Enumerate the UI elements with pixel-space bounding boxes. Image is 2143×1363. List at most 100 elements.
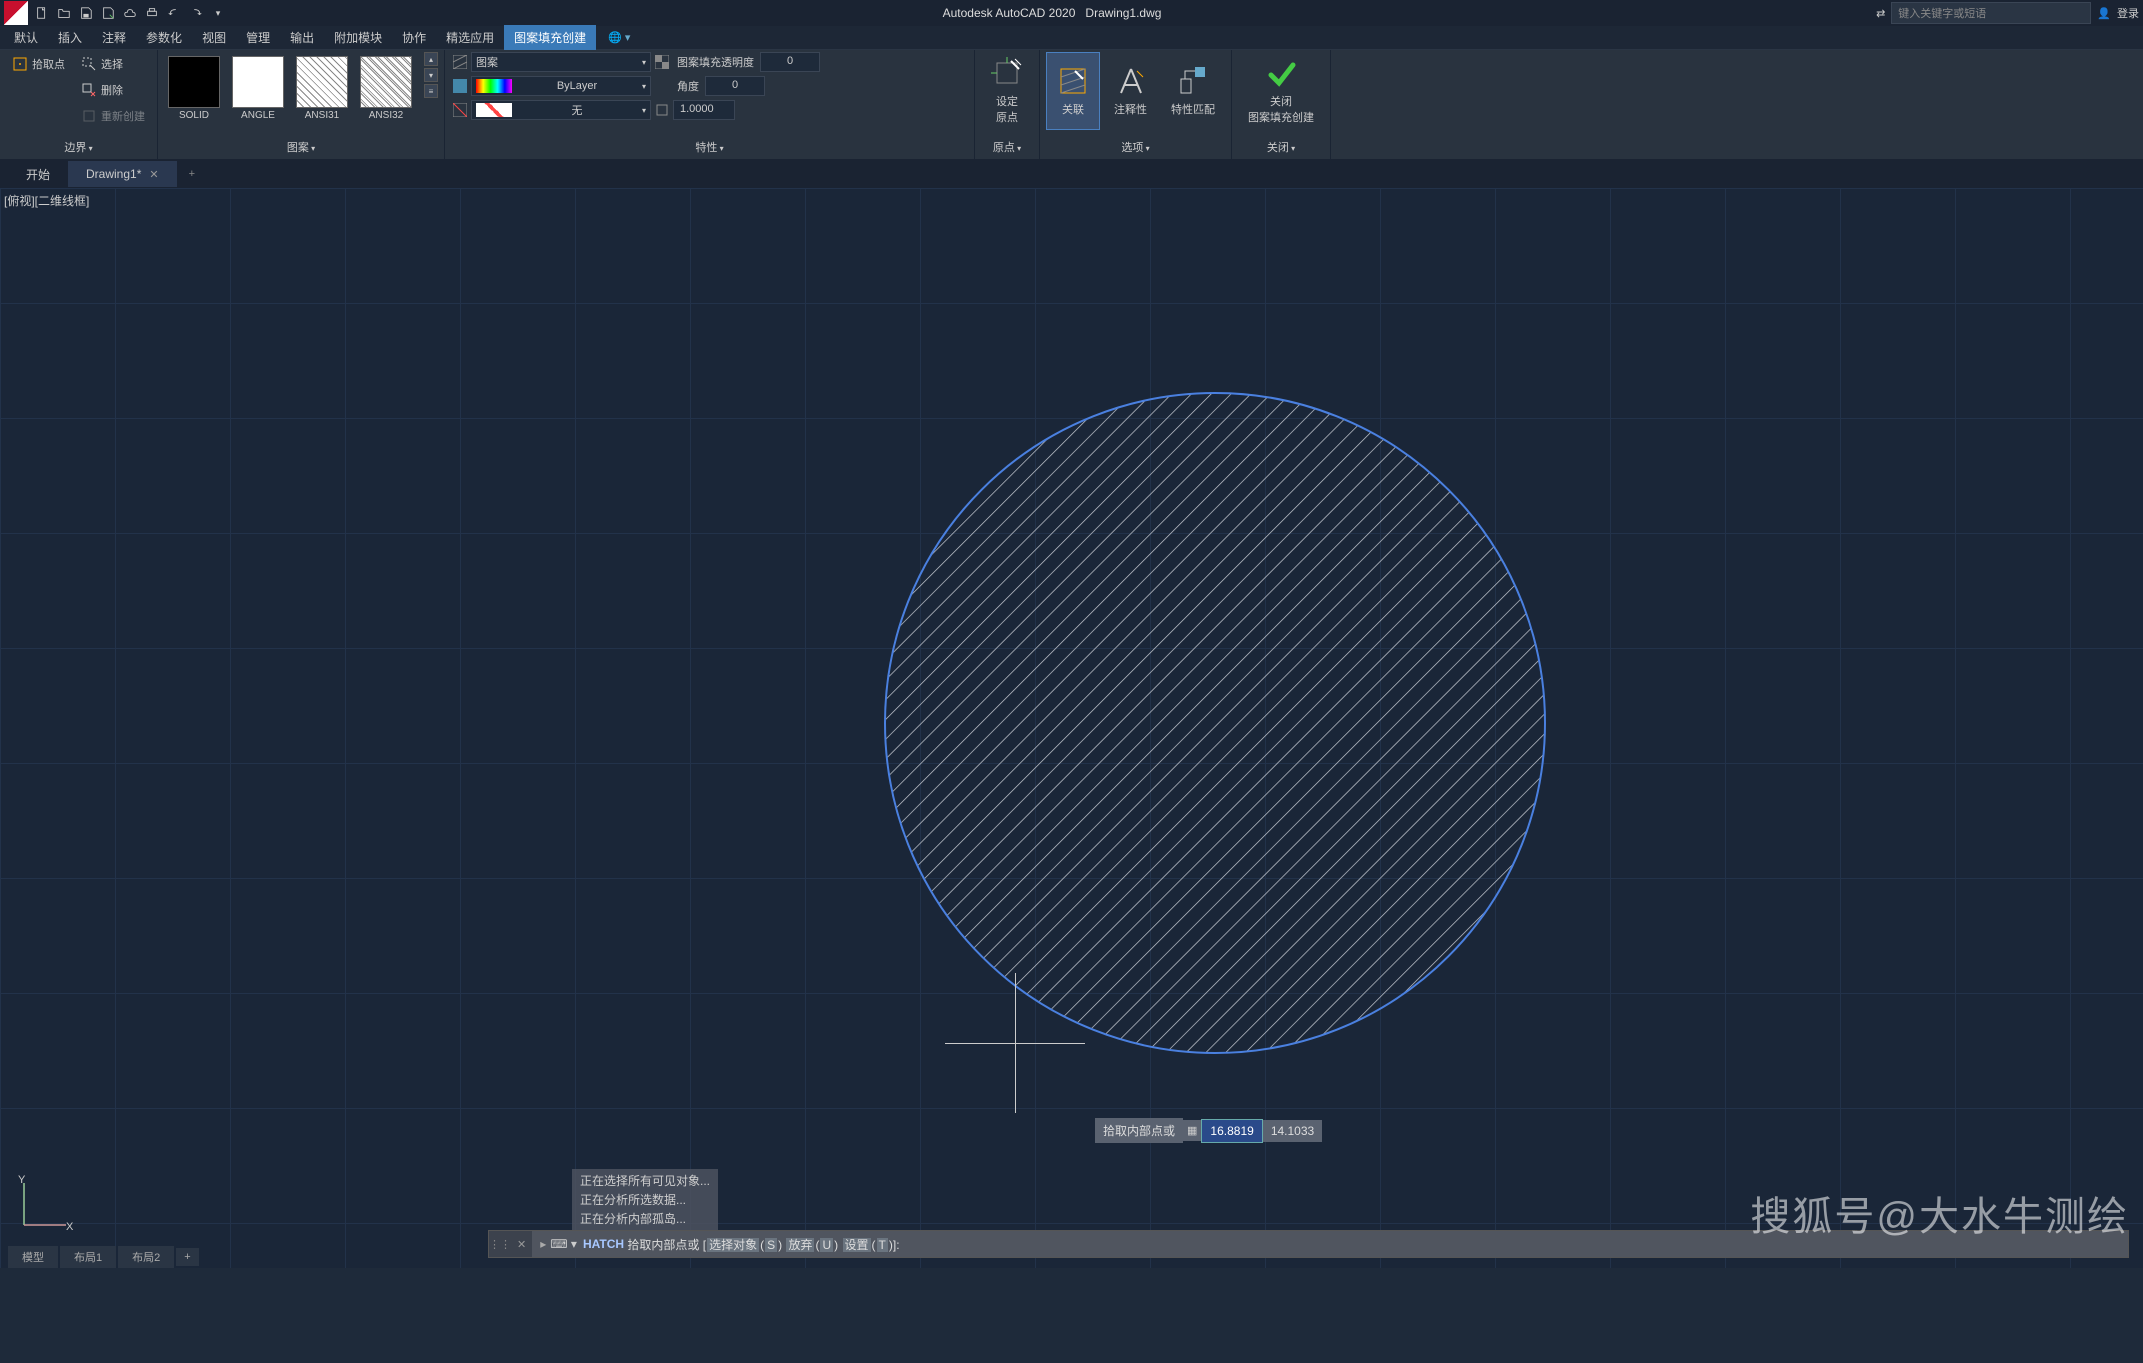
save-icon[interactable] bbox=[76, 3, 96, 23]
viewport-label[interactable]: [俯视][二维线框] bbox=[4, 192, 89, 209]
cmd-history-line: 正在分析所选数据... bbox=[576, 1190, 714, 1209]
scale-icon bbox=[653, 101, 671, 119]
transparency-value[interactable]: 0 bbox=[760, 52, 820, 72]
pick-points-button[interactable]: 拾取点 bbox=[6, 52, 71, 76]
panel-close: 关闭 图案填充创建 关闭 bbox=[1232, 50, 1331, 159]
cmd-history-line: 正在分析内部孤岛... bbox=[576, 1209, 714, 1228]
layout-tab-model[interactable]: 模型 bbox=[8, 1246, 58, 1268]
panel-origin: 设定 原点 原点 bbox=[975, 50, 1040, 159]
hatch-type-icon bbox=[451, 53, 469, 71]
color-icon bbox=[451, 77, 469, 95]
color-dropdown[interactable]: ByLayer bbox=[471, 76, 651, 96]
tab-output[interactable]: 输出 bbox=[280, 25, 324, 50]
annotative-button[interactable]: 注释性 bbox=[1104, 52, 1157, 130]
cmd-close-icon[interactable]: ✕ bbox=[511, 1238, 532, 1251]
match-props-button[interactable]: 特性匹配 bbox=[1161, 52, 1225, 130]
redo-icon[interactable] bbox=[186, 3, 206, 23]
cloud-icon[interactable] bbox=[120, 3, 140, 23]
tab-hatch-creation[interactable]: 图案填充创建 bbox=[504, 25, 596, 50]
associative-button[interactable]: 关联 bbox=[1046, 52, 1100, 130]
tab-collaborate[interactable]: 协作 bbox=[392, 25, 436, 50]
panel-origin-title[interactable]: 原点 bbox=[981, 137, 1033, 157]
tab-parametric[interactable]: 参数化 bbox=[136, 25, 192, 50]
tab-view[interactable]: 视图 bbox=[192, 25, 236, 50]
undo-icon[interactable] bbox=[164, 3, 184, 23]
angle-value[interactable]: 0 bbox=[705, 76, 765, 96]
svg-text:Y: Y bbox=[18, 1175, 26, 1186]
tab-featured[interactable]: 精选应用 bbox=[436, 25, 504, 50]
pattern-solid[interactable]: SOLID bbox=[164, 52, 224, 125]
layout-tab-1[interactable]: 布局1 bbox=[60, 1246, 116, 1268]
title-bar: ▾ Autodesk AutoCAD 2020 Drawing1.dwg ⇄ 键… bbox=[0, 0, 2143, 26]
pattern-expand[interactable]: ≡ bbox=[424, 84, 438, 98]
panel-properties: 图案 图案填充透明度 0 ByLayer 角度 0 无 1.0000 特性 bbox=[445, 50, 975, 159]
signin-icon[interactable]: 👤 bbox=[2097, 7, 2111, 20]
layout-tab-2[interactable]: 布局2 bbox=[118, 1246, 174, 1268]
new-icon[interactable] bbox=[32, 3, 52, 23]
close-hatch-button[interactable]: 关闭 图案填充创建 bbox=[1238, 52, 1324, 130]
globe-icon[interactable]: 🌐 ▾ bbox=[602, 27, 636, 48]
select-button[interactable]: 选择 bbox=[75, 52, 151, 76]
saveas-icon[interactable] bbox=[98, 3, 118, 23]
layout-tabs: 模型 布局1 布局2 + bbox=[0, 1246, 207, 1268]
scale-value[interactable]: 1.0000 bbox=[673, 100, 735, 120]
tab-insert[interactable]: 插入 bbox=[48, 25, 92, 50]
title-bar-right: ⇄ 键入关键字或短语 👤 登录 bbox=[1876, 2, 2139, 24]
svg-text:X: X bbox=[66, 1221, 74, 1233]
tab-start[interactable]: 开始 bbox=[8, 160, 68, 189]
qat-more-icon[interactable]: ▾ bbox=[208, 3, 228, 23]
pattern-scroll-down[interactable]: ▾ bbox=[424, 68, 438, 82]
tab-addins[interactable]: 附加模块 bbox=[324, 25, 392, 50]
bgcolor-icon bbox=[451, 101, 469, 119]
title-bar-title: Autodesk AutoCAD 2020 Drawing1.dwg bbox=[228, 6, 1876, 20]
bgcolor-dropdown[interactable]: 无 bbox=[471, 100, 651, 120]
search-input[interactable]: 键入关键字或短语 bbox=[1891, 2, 2091, 24]
tab-manage[interactable]: 管理 bbox=[236, 25, 280, 50]
plot-icon[interactable] bbox=[142, 3, 162, 23]
pattern-ansi31[interactable]: ANSI31 bbox=[292, 52, 352, 125]
tooltip-prompt: 拾取内部点或 bbox=[1095, 1118, 1183, 1143]
hatched-circle-object[interactable] bbox=[880, 388, 1550, 1058]
pattern-scroll-up[interactable]: ▴ bbox=[424, 52, 438, 66]
remove-button[interactable]: 删除 bbox=[75, 78, 151, 102]
transparency-icon bbox=[653, 53, 671, 71]
document-tabs: 开始 Drawing1*✕ + bbox=[0, 160, 2143, 188]
autocad-logo-icon[interactable] bbox=[4, 1, 28, 25]
set-origin-button[interactable]: 设定 原点 bbox=[981, 52, 1033, 130]
panel-close-title: 关闭 bbox=[1238, 137, 1324, 157]
quick-access-toolbar: ▾ bbox=[32, 3, 228, 23]
drawing-canvas[interactable]: [俯视][二维线框] 拾取内部点或 ▦ 16.8819 14.1033 Y X bbox=[0, 188, 2143, 1268]
command-prompt[interactable]: ▸ ⌨ ▾ HATCH 拾取内部点或 [选择对象(S) 放弃(U) 设置(T)]… bbox=[532, 1231, 2128, 1257]
panel-pattern: SOLID ANGLE ANSI31 ANSI32 ▴ ▾ ≡ 图案 bbox=[158, 50, 445, 159]
coord-y-input[interactable]: 14.1033 bbox=[1263, 1120, 1322, 1142]
panel-boundary-title[interactable]: 边界 bbox=[6, 137, 151, 157]
command-line[interactable]: ⋮⋮ ✕ ▸ ⌨ ▾ HATCH 拾取内部点或 [选择对象(S) 放弃(U) 设… bbox=[488, 1230, 2129, 1258]
pattern-angle[interactable]: ANGLE bbox=[228, 52, 288, 125]
dynamic-input-tooltip: 拾取内部点或 ▦ 16.8819 14.1033 bbox=[1095, 1118, 1322, 1143]
login-link[interactable]: 登录 bbox=[2117, 5, 2139, 21]
tooltip-icon: ▦ bbox=[1183, 1120, 1201, 1141]
recreate-button[interactable]: 重新创建 bbox=[75, 104, 151, 128]
coord-x-input[interactable]: 16.8819 bbox=[1201, 1119, 1262, 1143]
panel-boundary: 拾取点 选择 删除 重新创建 边界 bbox=[0, 50, 158, 159]
pattern-ansi32[interactable]: ANSI32 bbox=[356, 52, 416, 125]
ucs-icon[interactable]: Y X bbox=[14, 1175, 74, 1238]
hatch-type-dropdown[interactable]: 图案 bbox=[471, 52, 651, 72]
ribbon-tabs: 默认 插入 注释 参数化 视图 管理 输出 附加模块 协作 精选应用 图案填充创… bbox=[0, 26, 2143, 50]
panel-options: 关联 注释性 特性匹配 选项 bbox=[1040, 50, 1232, 159]
command-history: 正在选择所有可见对象... 正在分析所选数据... 正在分析内部孤岛... bbox=[572, 1169, 718, 1230]
close-icon[interactable]: ✕ bbox=[149, 168, 158, 181]
angle-label: 角度 bbox=[673, 76, 703, 96]
panel-options-title[interactable]: 选项 bbox=[1046, 137, 1225, 157]
tab-drawing1[interactable]: Drawing1*✕ bbox=[68, 161, 177, 187]
new-tab-button[interactable]: + bbox=[177, 162, 207, 186]
share-icon[interactable]: ⇄ bbox=[1876, 7, 1885, 20]
tab-annotate[interactable]: 注释 bbox=[92, 25, 136, 50]
ribbon: 拾取点 选择 删除 重新创建 边界 SOLID bbox=[0, 50, 2143, 160]
tab-default[interactable]: 默认 bbox=[4, 25, 48, 50]
layout-tab-plus[interactable]: + bbox=[176, 1248, 198, 1266]
open-icon[interactable] bbox=[54, 3, 74, 23]
cmd-drag-handle-icon[interactable]: ⋮⋮ bbox=[489, 1238, 511, 1251]
panel-properties-title[interactable]: 特性 bbox=[451, 137, 968, 157]
panel-pattern-title[interactable]: 图案 bbox=[164, 137, 438, 157]
